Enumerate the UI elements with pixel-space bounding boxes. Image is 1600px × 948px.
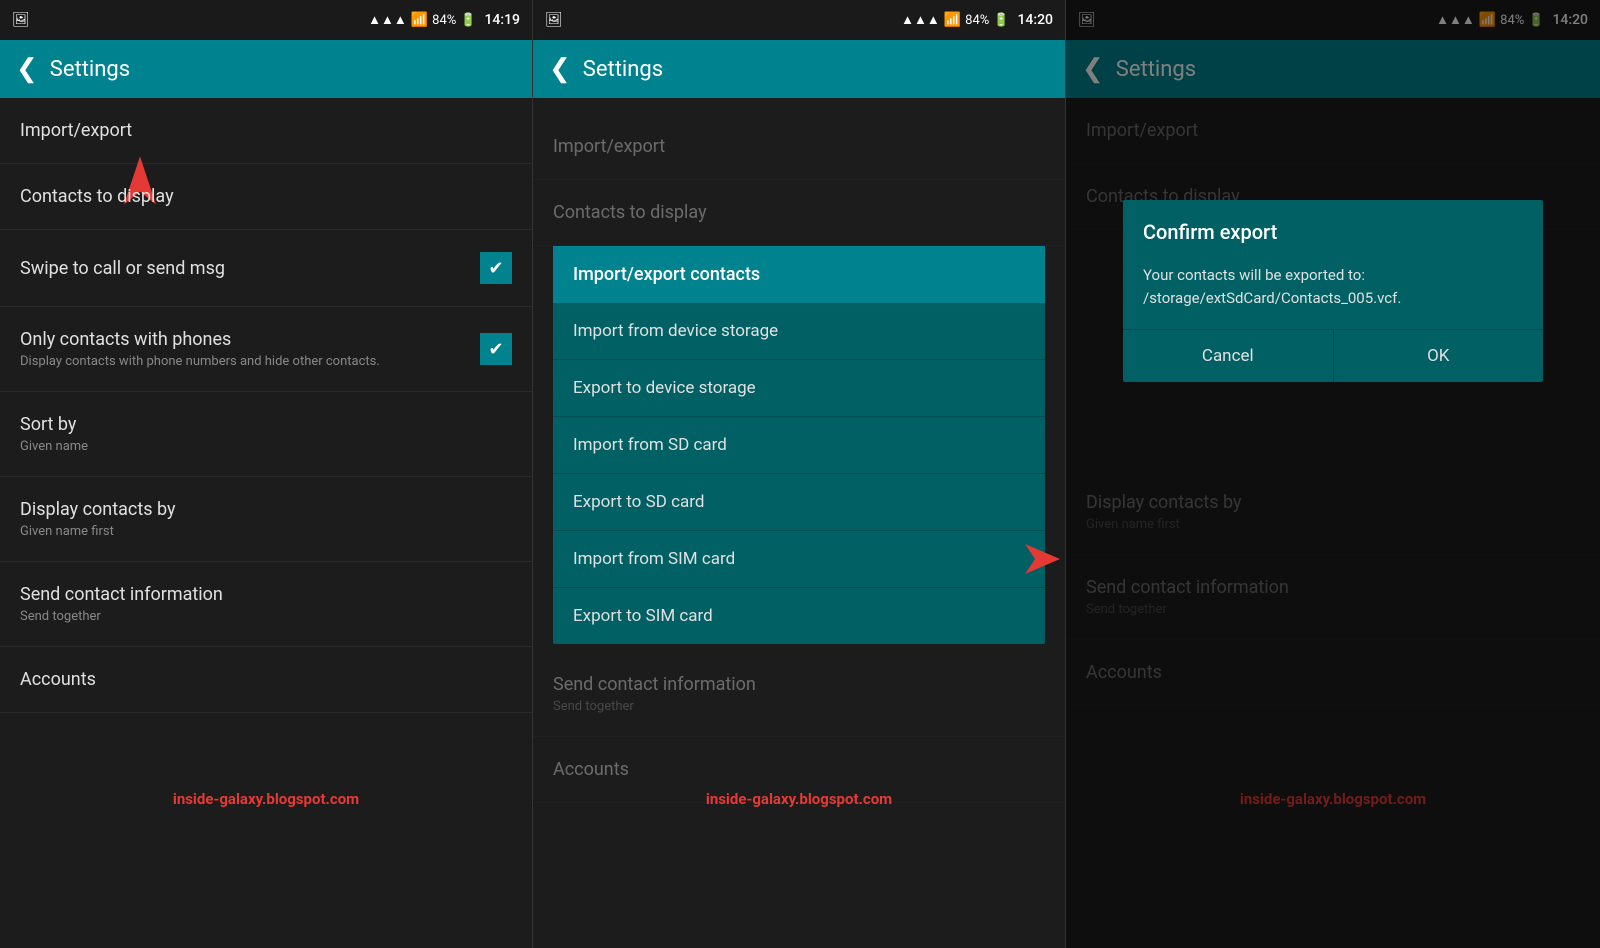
battery-icon-2: 🔋 (993, 13, 1009, 28)
photo-icon-2: 🖼 (545, 12, 563, 28)
panel-1: 🖼 ▲▲▲ 📶 84% 🔋 14:19 ❮ Settings Import/ex… (0, 0, 533, 948)
contacts-display-bg-title-2: Contacts to display (553, 202, 707, 223)
battery-text-1: 84% (432, 13, 456, 28)
panel-3: 🖼 ▲▲▲ 📶 84% 🔋 14:20 ❮ Settings Import/ex… (1066, 0, 1600, 948)
status-left-2: 🖼 (545, 12, 563, 28)
send-info-bg-2: Send contact information Send together (533, 652, 1065, 737)
wifi-icon-1: 📶 (411, 12, 428, 28)
import-device-item-2[interactable]: Import from device storage (553, 303, 1045, 360)
display-by-subtitle-1: Given name first (20, 524, 512, 539)
back-button-2[interactable]: ❮ (549, 54, 571, 84)
display-by-title-1: Display contacts by (20, 499, 176, 520)
ok-button-3[interactable]: OK (1334, 330, 1544, 382)
sort-by-item-1[interactable]: Sort by Given name (0, 392, 532, 477)
accounts-item-1[interactable]: Accounts (0, 647, 532, 713)
toolbar-title-2: Settings (583, 57, 663, 82)
import-sim-label-2: Import from SIM card (573, 549, 735, 569)
signal-icon-2: ▲▲▲ (901, 12, 940, 28)
status-bar-2: 🖼 ▲▲▲ 📶 84% 🔋 14:20 (533, 0, 1065, 40)
send-info-subtitle-1: Send together (20, 609, 512, 624)
dropdown-menu-2: Import/export contacts Import from devic… (553, 246, 1045, 644)
accounts-bg-2: Accounts (533, 737, 1065, 803)
only-phones-item-1[interactable]: Only contacts with phones Display contac… (0, 307, 532, 392)
export-sim-item-2[interactable]: Export to SIM card (553, 588, 1045, 644)
sort-by-title-1: Sort by (20, 414, 76, 435)
signal-icon-1: ▲▲▲ (368, 12, 407, 28)
import-export-item-1[interactable]: Import/export (0, 98, 532, 164)
only-phones-checkbox-1[interactable]: ✔ (480, 333, 512, 365)
send-info-title-1: Send contact information (20, 584, 223, 605)
toolbar-2: ❮ Settings (533, 40, 1065, 98)
dialog-content-3: Your contacts will be exported to: /stor… (1123, 256, 1543, 329)
send-info-item-1[interactable]: Send contact information Send together (0, 562, 532, 647)
battery-icon-1: 🔋 (460, 13, 476, 28)
send-info-bg-title-2: Send contact information (553, 674, 756, 695)
send-info-bg-subtitle-2: Send together (553, 699, 1045, 714)
dropdown-header-2: Import/export contacts (553, 246, 1045, 303)
bottom-items-2: Send contact information Send together A… (533, 652, 1065, 803)
swipe-call-checkbox-1[interactable]: ✔ (480, 252, 512, 284)
toolbar-title-1: Settings (50, 57, 130, 82)
accounts-bg-title-2: Accounts (553, 759, 629, 780)
export-device-item-2[interactable]: Export to device storage (553, 360, 1045, 417)
import-export-title-1: Import/export (20, 120, 132, 141)
dialog-buttons-3: Cancel OK (1123, 329, 1543, 382)
toolbar-1: ❮ Settings (0, 40, 532, 98)
import-sim-item-2[interactable]: Import from SIM card (553, 531, 1045, 588)
export-sd-item-2[interactable]: Export to SD card (553, 474, 1045, 531)
only-phones-title-1: Only contacts with phones (20, 329, 231, 350)
battery-text-2: 84% (965, 13, 989, 28)
time-1: 14:19 (484, 12, 520, 28)
swipe-call-left-1: Swipe to call or send msg (20, 258, 480, 279)
confirm-export-dialog-3: Confirm export Your contacts will be exp… (1123, 200, 1543, 382)
only-phones-subtitle-1: Display contacts with phone numbers and … (20, 354, 480, 369)
only-phones-left-1: Only contacts with phones Display contac… (20, 329, 480, 369)
panel-2: 🖼 ▲▲▲ 📶 84% 🔋 14:20 ❮ Settings Import/ex… (533, 0, 1066, 948)
back-button-1[interactable]: ❮ (16, 54, 38, 84)
cancel-button-3[interactable]: Cancel (1123, 330, 1334, 382)
status-right-2: ▲▲▲ 📶 84% 🔋 14:20 (901, 12, 1053, 28)
wifi-icon-2: 📶 (944, 12, 961, 28)
display-by-item-1[interactable]: Display contacts by Given name first (0, 477, 532, 562)
status-bar-1: 🖼 ▲▲▲ 📶 84% 🔋 14:19 (0, 0, 532, 40)
contacts-display-item-1[interactable]: Contacts to display (0, 164, 532, 230)
sort-by-subtitle-1: Given name (20, 439, 512, 454)
accounts-title-1: Accounts (20, 669, 96, 690)
dialog-overlay-3: Confirm export Your contacts will be exp… (1066, 0, 1600, 948)
import-export-bg-2: Import/export (533, 114, 1065, 180)
status-left-1: 🖼 (12, 12, 30, 28)
time-2: 14:20 (1017, 12, 1053, 28)
photo-icon-1: 🖼 (12, 12, 30, 28)
swipe-call-title-1: Swipe to call or send msg (20, 258, 225, 279)
contacts-display-title-1: Contacts to display (20, 186, 174, 207)
content-2: Import/export Contacts to display Import… (533, 98, 1065, 948)
import-sd-item-2[interactable]: Import from SD card (553, 417, 1045, 474)
content-1: Import/export Contacts to display Swipe … (0, 98, 532, 948)
contacts-display-bg-2: Contacts to display (533, 180, 1065, 246)
import-export-bg-title-2: Import/export (553, 136, 665, 157)
status-right-1: ▲▲▲ 📶 84% 🔋 14:19 (368, 12, 520, 28)
dialog-title-3: Confirm export (1123, 200, 1543, 256)
cursor-arrow-2 (1005, 539, 1065, 584)
swipe-call-item-1[interactable]: Swipe to call or send msg ✔ (0, 230, 532, 307)
